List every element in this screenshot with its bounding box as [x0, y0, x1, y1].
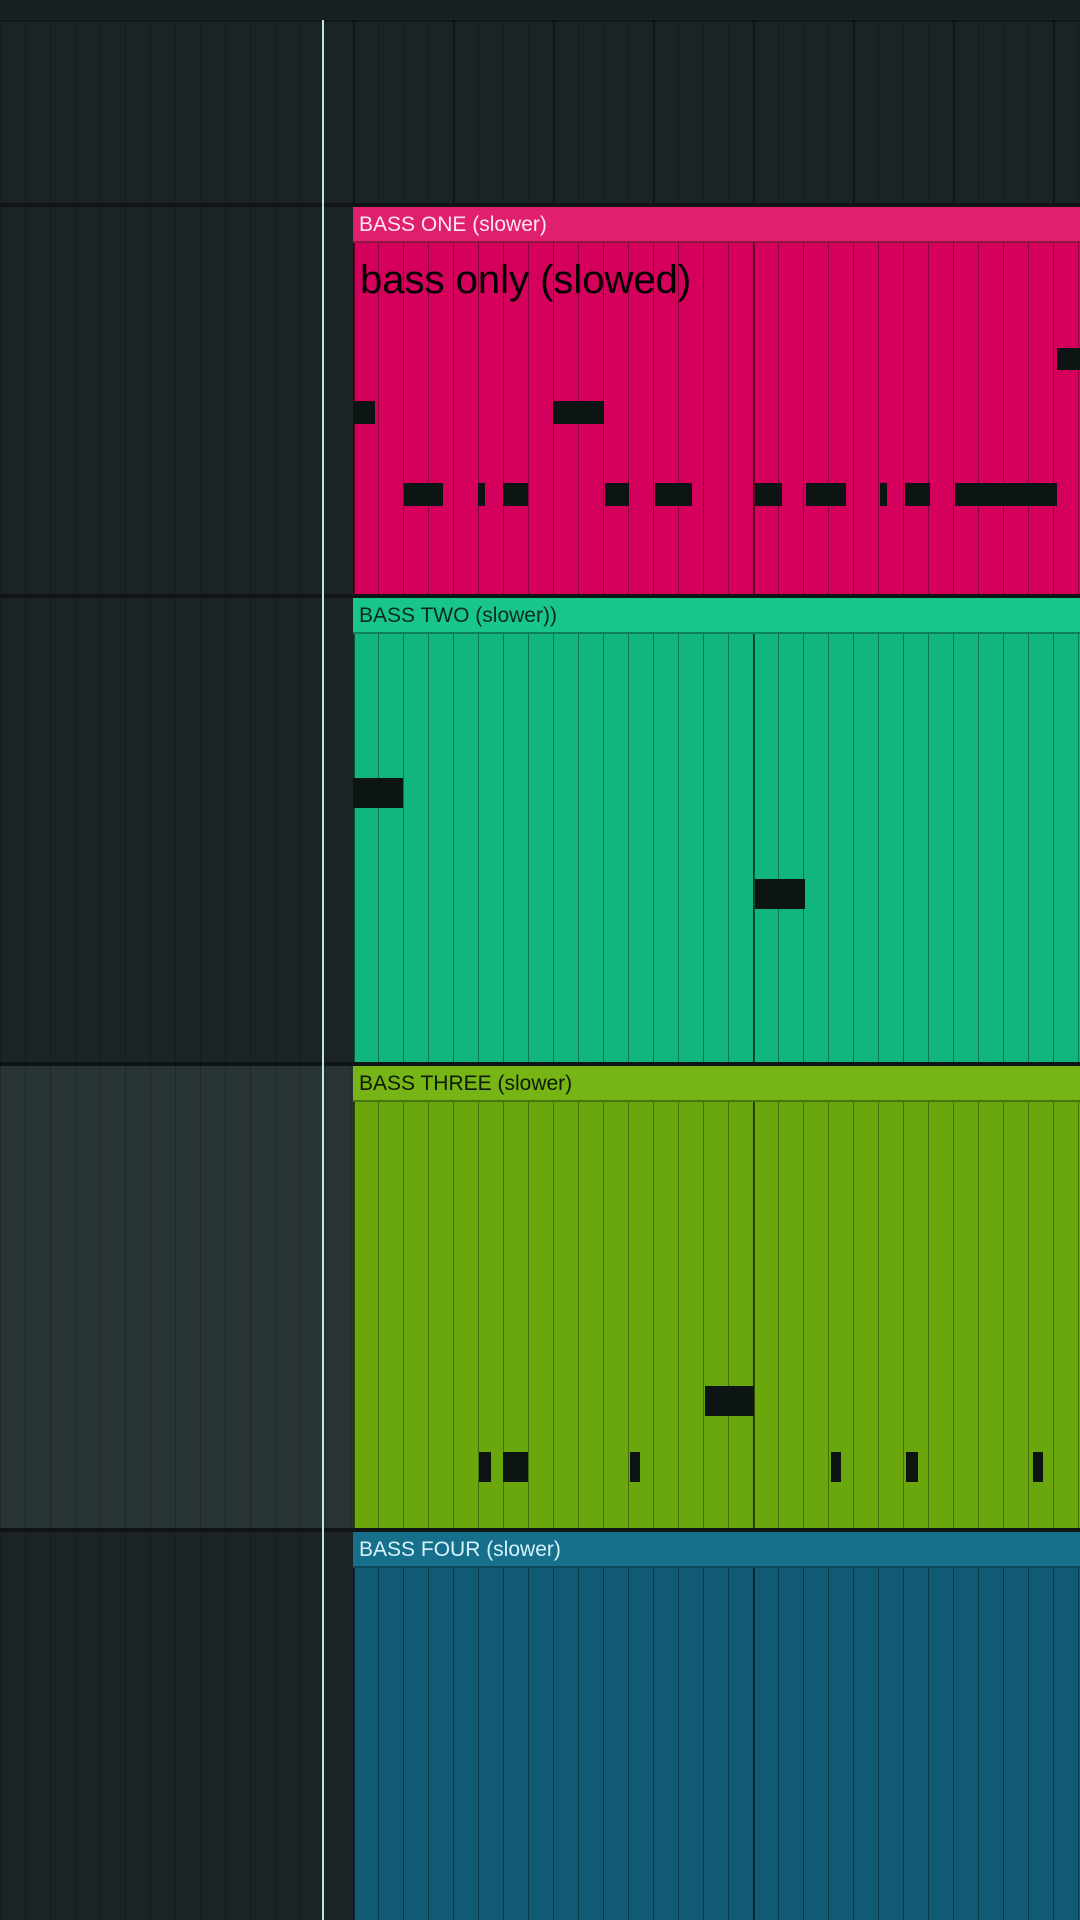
midi-note[interactable] [655, 483, 692, 506]
midi-note[interactable] [605, 483, 629, 506]
clip-title: BASS ONE (slower) [359, 213, 547, 236]
clip-note-area[interactable] [353, 634, 1080, 1062]
midi-note[interactable] [705, 1386, 754, 1416]
clip-bass-three[interactable]: BASS THREE (slower) [353, 1066, 1080, 1528]
clip-header[interactable]: BASS FOUR (slower) [353, 1532, 1080, 1568]
clip-note-area[interactable] [353, 1568, 1080, 1920]
midi-note[interactable] [353, 401, 375, 424]
clip-header[interactable]: BASS TWO (slower)) [353, 598, 1080, 634]
midi-note[interactable] [905, 483, 930, 506]
overlay-caption: bass only (slowed) [360, 258, 692, 302]
clip-title: BASS FOUR (slower) [359, 1538, 561, 1561]
midi-note[interactable] [755, 483, 782, 506]
midi-note[interactable] [831, 1452, 841, 1482]
track-lane-empty[interactable] [0, 20, 1080, 205]
midi-note[interactable] [479, 1452, 491, 1482]
midi-note[interactable] [503, 483, 528, 506]
clip-bass-four[interactable]: BASS FOUR (slower) [353, 1532, 1080, 1920]
clip-title: BASS TWO (slower)) [359, 604, 557, 627]
midi-note[interactable] [353, 778, 403, 808]
clip-bass-two[interactable]: BASS TWO (slower)) [353, 598, 1080, 1062]
midi-note[interactable] [1033, 1452, 1043, 1482]
playhead-line[interactable] [322, 20, 324, 1920]
midi-note[interactable] [404, 483, 443, 506]
midi-note[interactable] [880, 483, 887, 506]
midi-note[interactable] [553, 401, 604, 424]
clip-header[interactable]: BASS ONE (slower) [353, 207, 1080, 243]
clip-header[interactable]: BASS THREE (slower) [353, 1066, 1080, 1102]
midi-note[interactable] [630, 1452, 640, 1482]
clip-title: BASS THREE (slower) [359, 1072, 573, 1095]
midi-note[interactable] [806, 483, 846, 506]
midi-note[interactable] [955, 483, 1057, 506]
midi-note[interactable] [1057, 348, 1080, 370]
midi-note[interactable] [906, 1452, 918, 1482]
timeline-ruler[interactable] [0, 0, 1080, 22]
clip-note-area[interactable] [353, 1102, 1080, 1528]
midi-note[interactable] [503, 1452, 528, 1482]
midi-note[interactable] [755, 879, 805, 909]
midi-note[interactable] [478, 483, 485, 506]
